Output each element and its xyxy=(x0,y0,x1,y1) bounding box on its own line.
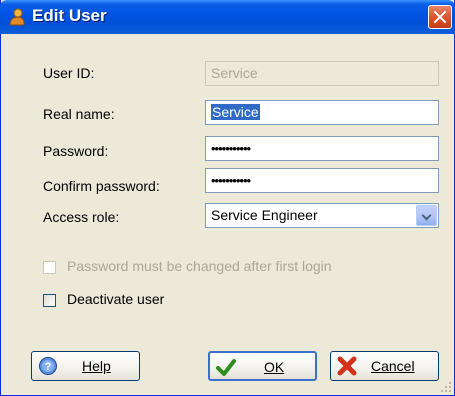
help-label: Help xyxy=(82,358,111,374)
chevron-down-icon[interactable] xyxy=(416,205,437,226)
password-label: Password: xyxy=(43,143,109,159)
confirm-password-label: Confirm password: xyxy=(43,178,160,194)
cancel-button[interactable]: Cancel xyxy=(330,351,439,381)
edit-user-dialog: Edit User User ID: Service Real name: Se… xyxy=(0,0,455,396)
password-value: ••••••••••• xyxy=(211,141,251,156)
deactivate-user-label[interactable]: Deactivate user xyxy=(67,291,164,307)
ok-button[interactable]: OK xyxy=(208,351,317,381)
user-id-value: Service xyxy=(211,65,258,81)
password-change-checkbox xyxy=(43,261,56,274)
window-title: Edit User xyxy=(32,6,107,25)
user-id-field: Service xyxy=(205,61,439,86)
password-field[interactable]: ••••••••••• xyxy=(205,136,439,161)
user-icon xyxy=(9,8,25,26)
title-bar[interactable]: Edit User xyxy=(0,0,455,34)
help-icon: ? xyxy=(39,357,57,375)
access-role-select[interactable]: Service Engineer xyxy=(205,203,439,228)
confirm-password-field[interactable]: ••••••••••• xyxy=(205,168,439,193)
deactivate-user-checkbox[interactable] xyxy=(43,294,56,307)
resize-grip[interactable] xyxy=(440,381,452,393)
access-role-label: Access role: xyxy=(43,209,120,225)
checkmark-icon xyxy=(216,359,236,376)
real-name-value: Service xyxy=(211,104,260,120)
cancel-icon xyxy=(337,356,357,376)
password-change-label: Password must be changed after first log… xyxy=(67,258,332,274)
real-name-label: Real name: xyxy=(43,106,115,122)
help-button[interactable]: ? Help xyxy=(31,351,140,381)
user-id-label: User ID: xyxy=(43,65,95,81)
confirm-password-value: ••••••••••• xyxy=(211,173,251,188)
cancel-label: Cancel xyxy=(371,358,415,374)
real-name-field[interactable]: Service xyxy=(205,100,439,125)
access-role-value: Service Engineer xyxy=(211,207,318,223)
ok-label: OK xyxy=(264,359,285,375)
svg-text:?: ? xyxy=(45,361,52,373)
close-button[interactable] xyxy=(428,5,452,29)
